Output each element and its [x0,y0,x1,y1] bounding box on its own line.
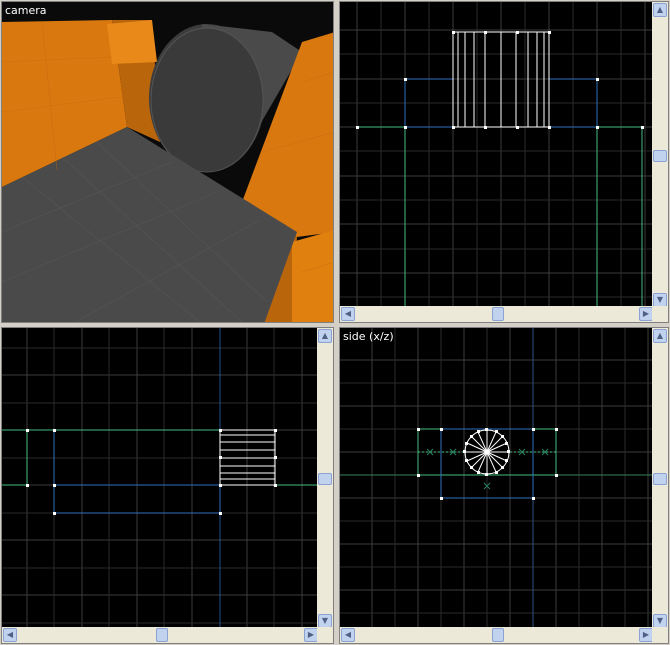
scroll-left-icon[interactable]: ◀ [341,307,355,321]
front-scroll-corner [317,627,333,643]
front-grid[interactable] [2,328,319,629]
side-vertical-thumb[interactable] [653,473,667,485]
front-viewport[interactable]: ▲ ▼ ◀ ▶ [1,327,334,644]
scroll-left-icon[interactable]: ◀ [3,628,17,642]
side-horizontal-thumb[interactable] [492,628,504,642]
side-grid[interactable] [340,328,654,629]
scroll-down-icon[interactable]: ▼ [653,614,667,628]
scroll-down-icon[interactable]: ▼ [653,293,667,307]
scroll-down-icon[interactable]: ▼ [318,614,332,628]
top-grid[interactable] [340,2,654,308]
top-scroll-corner [652,306,668,322]
scroll-right-icon[interactable]: ▶ [304,628,318,642]
scroll-left-icon[interactable]: ◀ [341,628,355,642]
front-vertical-scrollbar[interactable]: ▲ ▼ [317,328,333,629]
side-scroll-corner [652,627,668,643]
top-horizontal-thumb[interactable] [492,307,504,321]
camera-label: camera [5,4,47,17]
top-viewport[interactable]: ▲ ▼ ◀ ▶ [339,1,669,323]
camera-render[interactable] [2,2,334,323]
top-vertical-thumb[interactable] [653,150,667,162]
scroll-up-icon[interactable]: ▲ [653,329,667,343]
front-horizontal-scrollbar[interactable]: ◀ ▶ [2,627,319,643]
side-vertical-scrollbar[interactable]: ▲ ▼ [652,328,668,629]
scroll-right-icon[interactable]: ▶ [639,628,653,642]
scroll-up-icon[interactable]: ▲ [653,3,667,17]
front-vertical-thumb[interactable] [318,473,332,485]
side-label: side (x/z) [343,330,394,343]
scroll-right-icon[interactable]: ▶ [639,307,653,321]
camera-viewport[interactable]: camera [1,1,334,323]
side-horizontal-scrollbar[interactable]: ◀ ▶ [340,627,654,643]
top-horizontal-scrollbar[interactable]: ◀ ▶ [340,306,654,322]
top-vertical-scrollbar[interactable]: ▲ ▼ [652,2,668,308]
scroll-up-icon[interactable]: ▲ [318,329,332,343]
side-viewport[interactable]: side (x/z) ▲ ▼ ◀ ▶ [339,327,669,644]
front-horizontal-thumb[interactable] [156,628,168,642]
